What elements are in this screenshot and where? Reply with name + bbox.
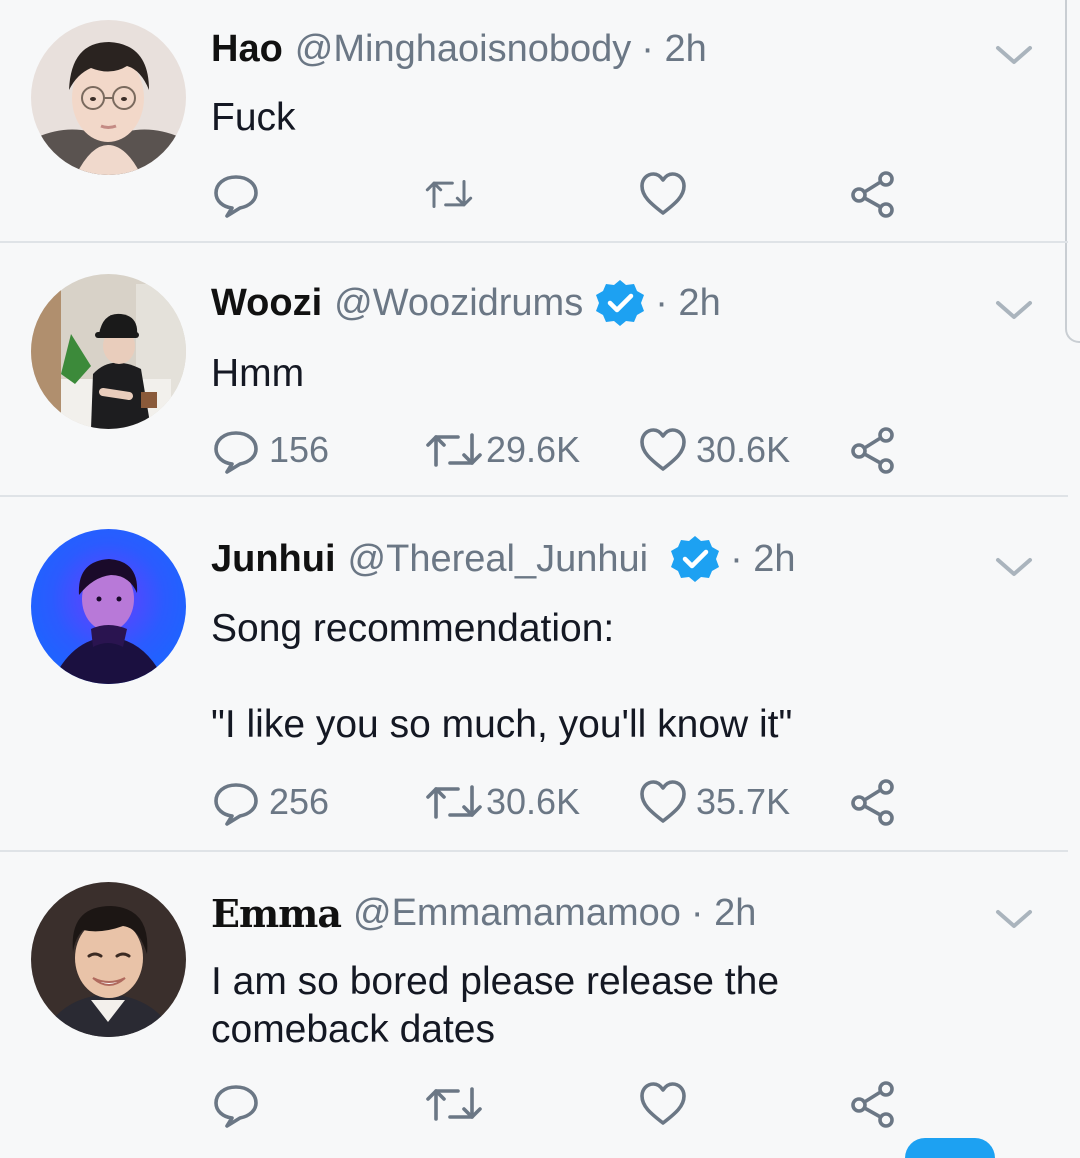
like-count: 30.6K	[696, 429, 791, 470]
tweet-text: Song recommendation: "I like you so much…	[211, 607, 793, 746]
tweet-card[interactable]: Woozi @Woozidrums · 2h Hmm 156 29.6K 30.…	[0, 243, 1080, 496]
share-icon	[851, 779, 894, 826]
tweet-header: Emma @Emmamamamoo · 2h	[211, 888, 756, 938]
heart-icon	[640, 428, 686, 471]
tweet-text: Hmm	[211, 352, 305, 395]
reply-button[interactable]	[211, 166, 269, 222]
user-handle[interactable]: @Emmamamamoo	[353, 892, 681, 935]
timestamp: · 2h	[690, 891, 757, 934]
retweet-count: 30.6K	[486, 781, 581, 822]
avatar[interactable]	[31, 20, 186, 175]
like-button[interactable]: 35.7K	[638, 774, 790, 830]
tweet-text: Fuck	[211, 96, 296, 139]
chevron-down-icon[interactable]	[992, 552, 1036, 582]
like-count: 35.7K	[696, 781, 791, 822]
tweet-actions: 156 29.6K 30.6K	[0, 422, 1080, 478]
share-icon	[851, 427, 894, 474]
retweet-icon	[425, 180, 473, 208]
avatar[interactable]	[31, 529, 186, 684]
retweet-button[interactable]: 30.6K	[424, 774, 580, 830]
tweet-actions	[0, 166, 1080, 222]
reply-count: 256	[269, 781, 330, 822]
share-button[interactable]	[848, 422, 898, 478]
compose-tweet-button[interactable]	[905, 1138, 995, 1158]
retweet-count: 29.6K	[486, 429, 581, 470]
avatar[interactable]	[31, 274, 186, 429]
retweet-icon	[426, 433, 482, 467]
tweet-card[interactable]: Hao @Minghaoisnobody · 2h Fuck	[0, 0, 1080, 242]
chevron-down-icon[interactable]	[992, 904, 1036, 934]
reply-icon	[214, 175, 258, 218]
like-button[interactable]	[638, 166, 696, 222]
display-name[interactable]: Emma	[211, 891, 342, 936]
share-button[interactable]	[848, 166, 898, 222]
reply-button[interactable]: 156	[211, 422, 329, 478]
verified-badge-icon	[596, 280, 645, 326]
retweet-button[interactable]: 29.6K	[424, 422, 580, 478]
tweet-header: Junhui @Thereal_Junhui · 2h	[211, 534, 796, 584]
retweet-button[interactable]	[424, 1076, 492, 1132]
chevron-down-icon[interactable]	[992, 40, 1036, 70]
timestamp: · 2h	[730, 537, 796, 580]
reply-icon	[214, 431, 258, 474]
share-icon	[851, 1081, 894, 1128]
display-name[interactable]: Woozi	[211, 282, 322, 325]
retweet-icon	[426, 1087, 482, 1121]
share-button[interactable]	[848, 1076, 898, 1132]
retweet-button[interactable]	[424, 166, 482, 222]
tweet-card[interactable]: Emma @Emmamamamoo · 2h I am so bored ple…	[0, 852, 1080, 1148]
like-button[interactable]: 30.6K	[638, 422, 790, 478]
avatar-emma-image	[31, 882, 186, 1037]
heart-icon	[640, 780, 686, 823]
reply-count: 156	[269, 429, 330, 470]
tweet-actions	[0, 1076, 1080, 1132]
like-button[interactable]	[638, 1076, 696, 1132]
share-button[interactable]	[848, 774, 898, 830]
tweet-feed: Hao @Minghaoisnobody · 2h Fuck Woozi @Wo…	[0, 0, 1080, 1158]
tweet-card[interactable]: Junhui @Thereal_Junhui · 2h Song recomme…	[0, 497, 1080, 851]
reply-button[interactable]: 256	[211, 774, 329, 830]
reply-button[interactable]	[211, 1076, 269, 1132]
avatar-junhui-image	[31, 529, 186, 684]
display-name[interactable]: Junhui	[211, 538, 336, 581]
tweet-text: I am so bored please release the comebac…	[211, 960, 780, 1051]
timestamp: · 2h	[655, 281, 721, 324]
avatar[interactable]	[31, 882, 186, 1037]
user-handle[interactable]: @Minghaoisnobody	[295, 28, 631, 71]
tweet-actions: 256 30.6K 35.7K	[0, 774, 1080, 830]
display-name[interactable]: Hao	[211, 28, 283, 71]
share-icon	[851, 171, 894, 218]
tweet-header: Hao @Minghaoisnobody · 2h	[211, 24, 707, 74]
user-handle[interactable]: @Thereal_Junhui	[348, 538, 649, 581]
chevron-down-icon[interactable]	[992, 295, 1036, 325]
avatar-woozi-image	[31, 274, 186, 429]
heart-icon	[640, 172, 686, 215]
timestamp: · 2h	[641, 27, 707, 70]
verified-badge-icon	[671, 536, 720, 582]
reply-icon	[214, 1085, 258, 1128]
user-handle[interactable]: @Woozidrums	[334, 282, 583, 325]
avatar-hao-image	[31, 20, 186, 175]
retweet-icon	[426, 785, 482, 819]
heart-icon	[640, 1082, 686, 1125]
tweet-header: Woozi @Woozidrums · 2h	[211, 278, 721, 328]
reply-icon	[214, 783, 258, 826]
